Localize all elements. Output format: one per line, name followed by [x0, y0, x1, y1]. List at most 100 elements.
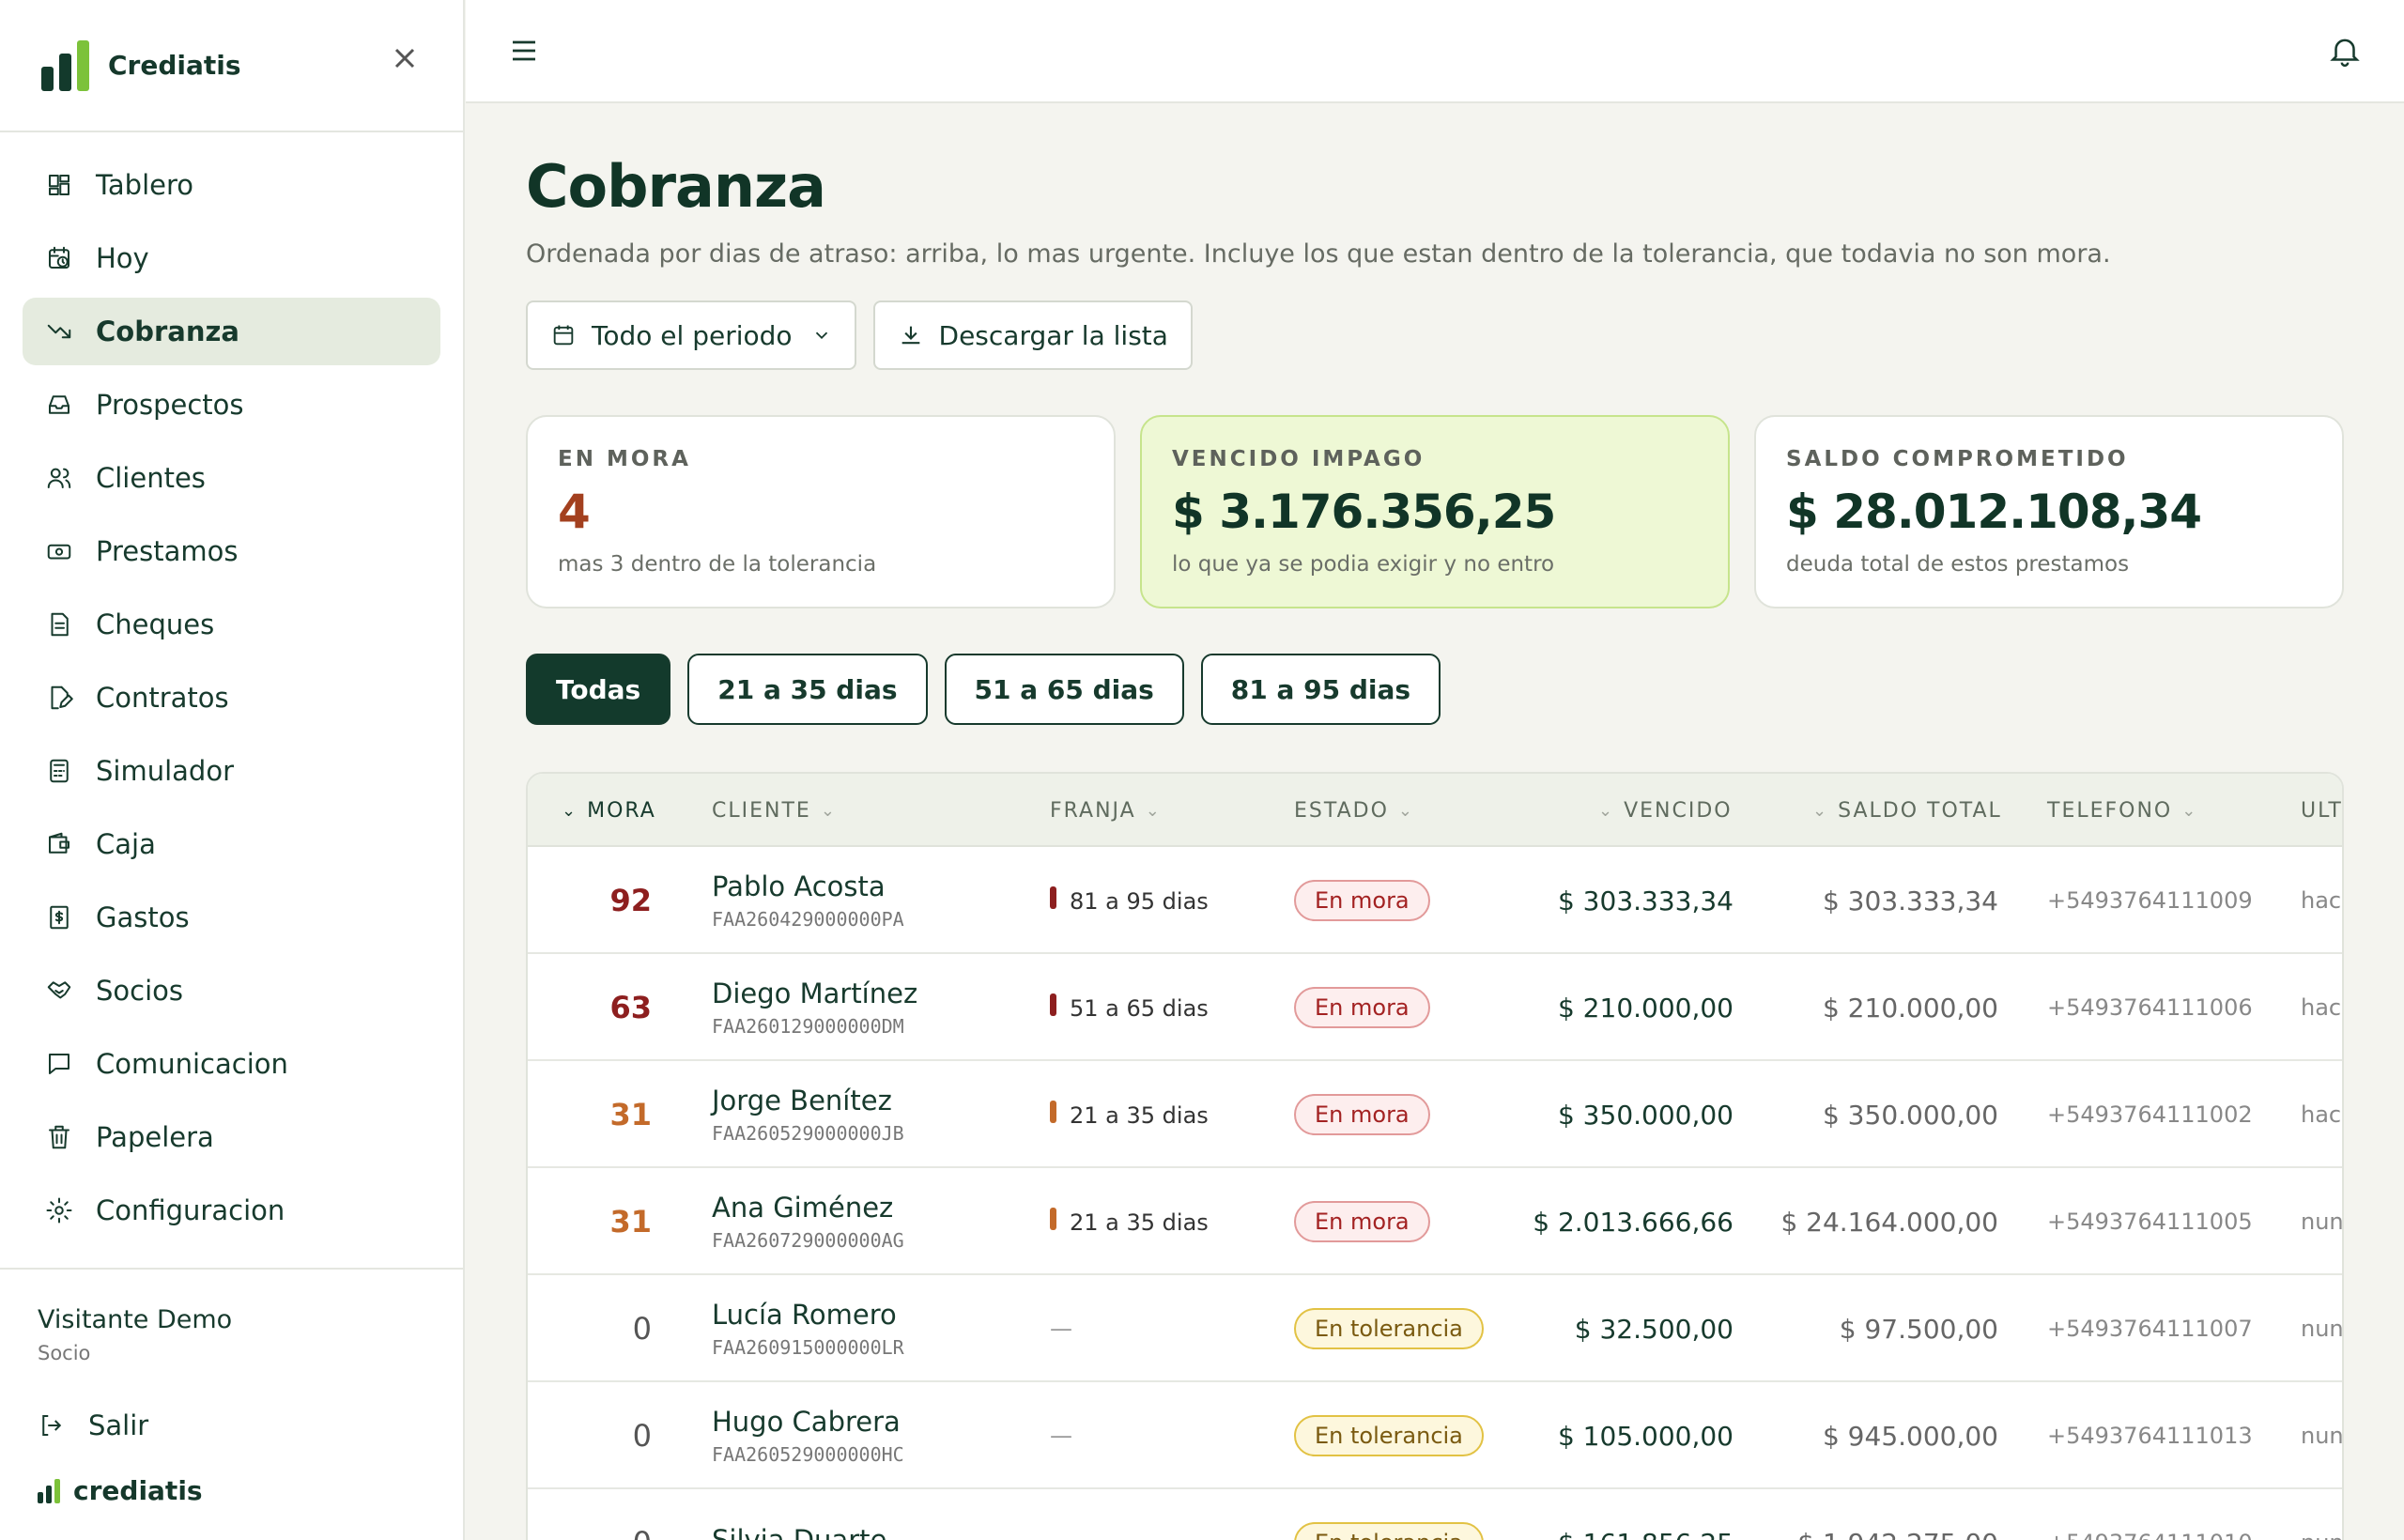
column-ultimo-label: ULTI — [2301, 798, 2343, 823]
filter-21-35[interactable]: 21 a 35 dias — [687, 654, 928, 725]
last-contact: nunca — [2301, 1489, 2342, 1540]
vencido-amount: $ 161.856,25 — [1486, 1489, 1734, 1540]
sort-icon: ⌄ — [1145, 800, 1162, 821]
filter-todas[interactable]: Todas — [526, 654, 671, 725]
table-row[interactable]: 92 Pablo Acosta FAA260429000000PA 81 a 95 d… — [528, 847, 2342, 954]
client-cell[interactable]: Hugo Cabrera FAA260529000000HC — [712, 1382, 904, 1489]
download-list-button[interactable]: Descargar la lista — [872, 300, 1193, 370]
estado-cell: En mora — [1294, 1168, 1430, 1275]
table-row[interactable]: 63 Diego Martínez FAA260129000000DM 51 a 65… — [528, 954, 2342, 1061]
franja-cell: 21 a 35 dias — [1050, 1061, 1209, 1168]
sidebar-item-papelera[interactable]: Papelera — [23, 1103, 440, 1171]
toolbar: Todo el periodo Descargar la lista — [526, 300, 2344, 370]
last-contact: nunca — [2301, 1209, 2344, 1235]
franja-indicator — [1050, 1208, 1056, 1230]
client-cell[interactable]: Pablo Acosta FAA260429000000PA — [712, 847, 904, 954]
client-cell[interactable]: Diego Martínez FAA260129000000DM — [712, 954, 917, 1061]
mora-days: 0 — [632, 1418, 652, 1454]
sidebar-item-label: Tablero — [96, 169, 194, 201]
phone-number[interactable]: +5493764111010 — [2047, 1489, 2253, 1540]
vencido-amount: $ 105.000,00 — [1557, 1420, 1734, 1452]
filter-chips: Todas 21 a 35 dias 51 a 65 dias 81 a 95 … — [526, 654, 2344, 725]
column-estado[interactable]: ESTADO ⌄ — [1294, 774, 1414, 847]
sidebar-item-simulador[interactable]: Simulador — [23, 737, 440, 805]
column-saldo-total[interactable]: ⌄ SALDO TOTAL — [1812, 774, 2002, 847]
franja-label: 21 a 35 dias — [1070, 1102, 1209, 1129]
phone-number[interactable]: +5493764111006 — [2047, 954, 2253, 1061]
receipt-icon — [45, 903, 73, 932]
phone-number[interactable]: +5493764111002 — [2047, 1061, 2253, 1168]
column-cliente[interactable]: CLIENTE ⌄ — [712, 774, 837, 847]
wallet-icon — [45, 830, 73, 858]
client-cell[interactable]: Lucía Romero FAA260915000000LR — [712, 1275, 904, 1382]
status-badge: En tolerancia — [1294, 1522, 1484, 1540]
sidebar-item-label: Contratos — [96, 682, 229, 714]
sidebar-item-label: Clientes — [96, 462, 206, 494]
summary-cards: EN MORA 4 mas 3 dentro de la tolerancia … — [526, 415, 2344, 608]
file-edit-icon — [45, 684, 73, 712]
client-cell[interactable]: Ana Giménez FAA260729000000AG — [712, 1168, 904, 1275]
filter-51-65[interactable]: 51 a 65 dias — [944, 654, 1184, 725]
last-contact: nunca — [2301, 1316, 2344, 1342]
document-icon — [45, 610, 73, 639]
card-value: $ 28.012.108,34 — [1786, 485, 2202, 539]
client-code: FAA260529000000HC — [712, 1443, 904, 1466]
franja-cell: — — [1050, 1382, 1072, 1489]
phone-number[interactable]: +5493764111005 — [2047, 1168, 2253, 1275]
sidebar-item-cheques[interactable]: Cheques — [23, 591, 440, 658]
table-row[interactable]: 31 Jorge Benítez FAA260529000000JB 21 a 35 … — [528, 1061, 2342, 1168]
sidebar-item-caja[interactable]: Caja — [23, 810, 440, 878]
sidebar-item-cobranza[interactable]: Cobranza — [23, 298, 440, 365]
footer-brand-name: crediatis — [73, 1475, 203, 1506]
notifications-bell-icon[interactable] — [2327, 32, 2363, 69]
sidebar-item-label: Socios — [96, 975, 184, 1007]
footer-brand: crediatis — [38, 1475, 463, 1506]
sidebar-item-socios[interactable]: Socios — [23, 957, 440, 1024]
client-code: FAA260529000000JB — [712, 1122, 904, 1145]
sidebar-item-clientes[interactable]: Clientes — [23, 444, 440, 512]
hamburger-menu-icon[interactable] — [507, 34, 541, 68]
table-row[interactable]: 0 Silvia Duarte — En tolerancia$ 161.856,25… — [528, 1489, 2342, 1540]
table-row[interactable]: 0 Hugo Cabrera FAA260529000000HC — En tolera… — [528, 1382, 2342, 1489]
franja-indicator — [1050, 886, 1056, 909]
estado-cell: En mora — [1294, 847, 1430, 954]
table-row[interactable]: 0 Lucía Romero FAA260915000000LR — En tolera… — [528, 1275, 2342, 1382]
sidebar-item-tablero[interactable]: Tablero — [23, 151, 440, 219]
franja-indicator — [1050, 1101, 1056, 1123]
sidebar-item-prospectos[interactable]: Prospectos — [23, 371, 440, 439]
filter-81-95[interactable]: 81 a 95 dias — [1200, 654, 1441, 725]
column-ultimo[interactable]: ULTI — [2301, 774, 2343, 847]
calendar-icon — [553, 325, 574, 346]
vencido-amount: $ 350.000,00 — [1557, 1099, 1734, 1131]
sort-icon: ⌄ — [1397, 800, 1414, 821]
column-franja[interactable]: FRANJA ⌄ — [1050, 774, 1162, 847]
sidebar-item-comunicacion[interactable]: Comunicacion — [23, 1030, 440, 1098]
client-cell[interactable]: Silvia Duarte — [712, 1489, 886, 1540]
trending-down-icon — [45, 317, 73, 346]
mora-days: 31 — [609, 1204, 652, 1240]
download-icon — [902, 326, 919, 345]
message-icon — [45, 1050, 73, 1078]
table-row[interactable]: 31 Ana Giménez FAA260729000000AG 21 a 35 di… — [528, 1168, 2342, 1275]
client-cell[interactable]: Jorge Benítez FAA260529000000JB — [712, 1061, 904, 1168]
status-badge: En tolerancia — [1294, 1308, 1484, 1349]
sidebar-item-hoy[interactable]: Hoy — [23, 224, 440, 292]
column-mora[interactable]: ⌄ MORA — [562, 774, 656, 847]
sidebar-footer: Visitante Demo Socio Salir crediatis — [0, 1268, 463, 1506]
sidebar-item-configuracion[interactable]: Configuracion — [23, 1177, 440, 1244]
phone-number[interactable]: +5493764111009 — [2047, 847, 2253, 954]
logout-button[interactable]: Salir — [38, 1409, 463, 1441]
logout-label: Salir — [88, 1409, 149, 1441]
period-select[interactable]: Todo el periodo — [526, 300, 856, 370]
phone-number[interactable]: +5493764111007 — [2047, 1275, 2253, 1382]
franja-label: 21 a 35 dias — [1070, 1209, 1209, 1236]
column-vencido[interactable]: ⌄ VENCIDO — [1598, 774, 1733, 847]
sidebar-item-prestamos[interactable]: Prestamos — [23, 517, 440, 585]
close-sidebar-icon[interactable] — [388, 41, 422, 75]
column-telefono[interactable]: TELEFONO ⌄ — [2047, 774, 2197, 847]
sidebar-item-gastos[interactable]: Gastos — [23, 884, 440, 951]
user-role: Socio — [38, 1342, 91, 1364]
crediatis-logo-icon — [41, 39, 89, 91]
phone-number[interactable]: +5493764111013 — [2047, 1382, 2253, 1489]
sidebar-item-contratos[interactable]: Contratos — [23, 664, 440, 732]
